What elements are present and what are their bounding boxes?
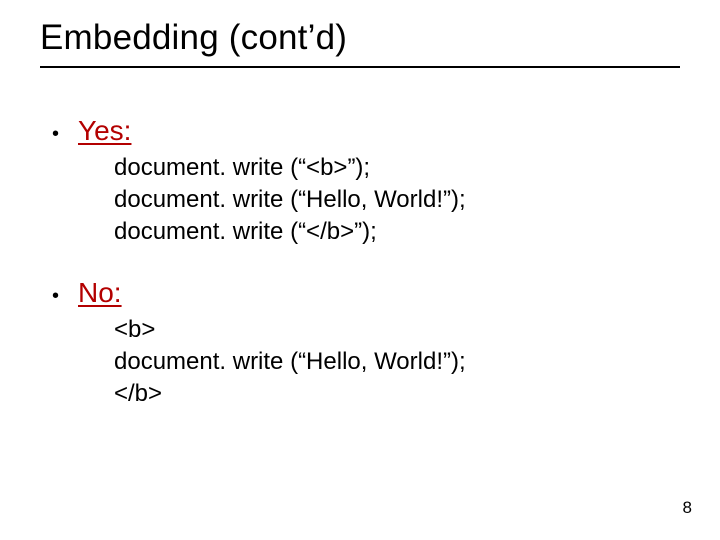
bullet-dot-icon: • bbox=[52, 120, 78, 148]
bullet-no: • No: bbox=[52, 276, 680, 310]
code-line: document. write (“</b>”); bbox=[114, 216, 680, 248]
bullet-yes: • Yes: bbox=[52, 114, 680, 148]
page-number: 8 bbox=[683, 498, 692, 518]
slide-title: Embedding (cont’d) bbox=[40, 18, 680, 58]
slide: Embedding (cont’d) • Yes: document. writ… bbox=[0, 0, 720, 540]
slide-content: • Yes: document. write (“<b>”); document… bbox=[40, 68, 680, 410]
bullet-yes-label: Yes: bbox=[78, 114, 131, 148]
code-line: </b> bbox=[114, 378, 680, 410]
code-line: document. write (“<b>”); bbox=[114, 152, 680, 184]
code-line: document. write (“Hello, World!”); bbox=[114, 184, 680, 216]
bullet-no-label: No: bbox=[78, 276, 122, 310]
code-block-yes: document. write (“<b>”); document. write… bbox=[114, 152, 680, 248]
bullet-dot-icon: • bbox=[52, 282, 78, 310]
code-line: <b> bbox=[114, 314, 680, 346]
code-line: document. write (“Hello, World!”); bbox=[114, 346, 680, 378]
code-block-no: <b> document. write (“Hello, World!”); <… bbox=[114, 314, 680, 410]
